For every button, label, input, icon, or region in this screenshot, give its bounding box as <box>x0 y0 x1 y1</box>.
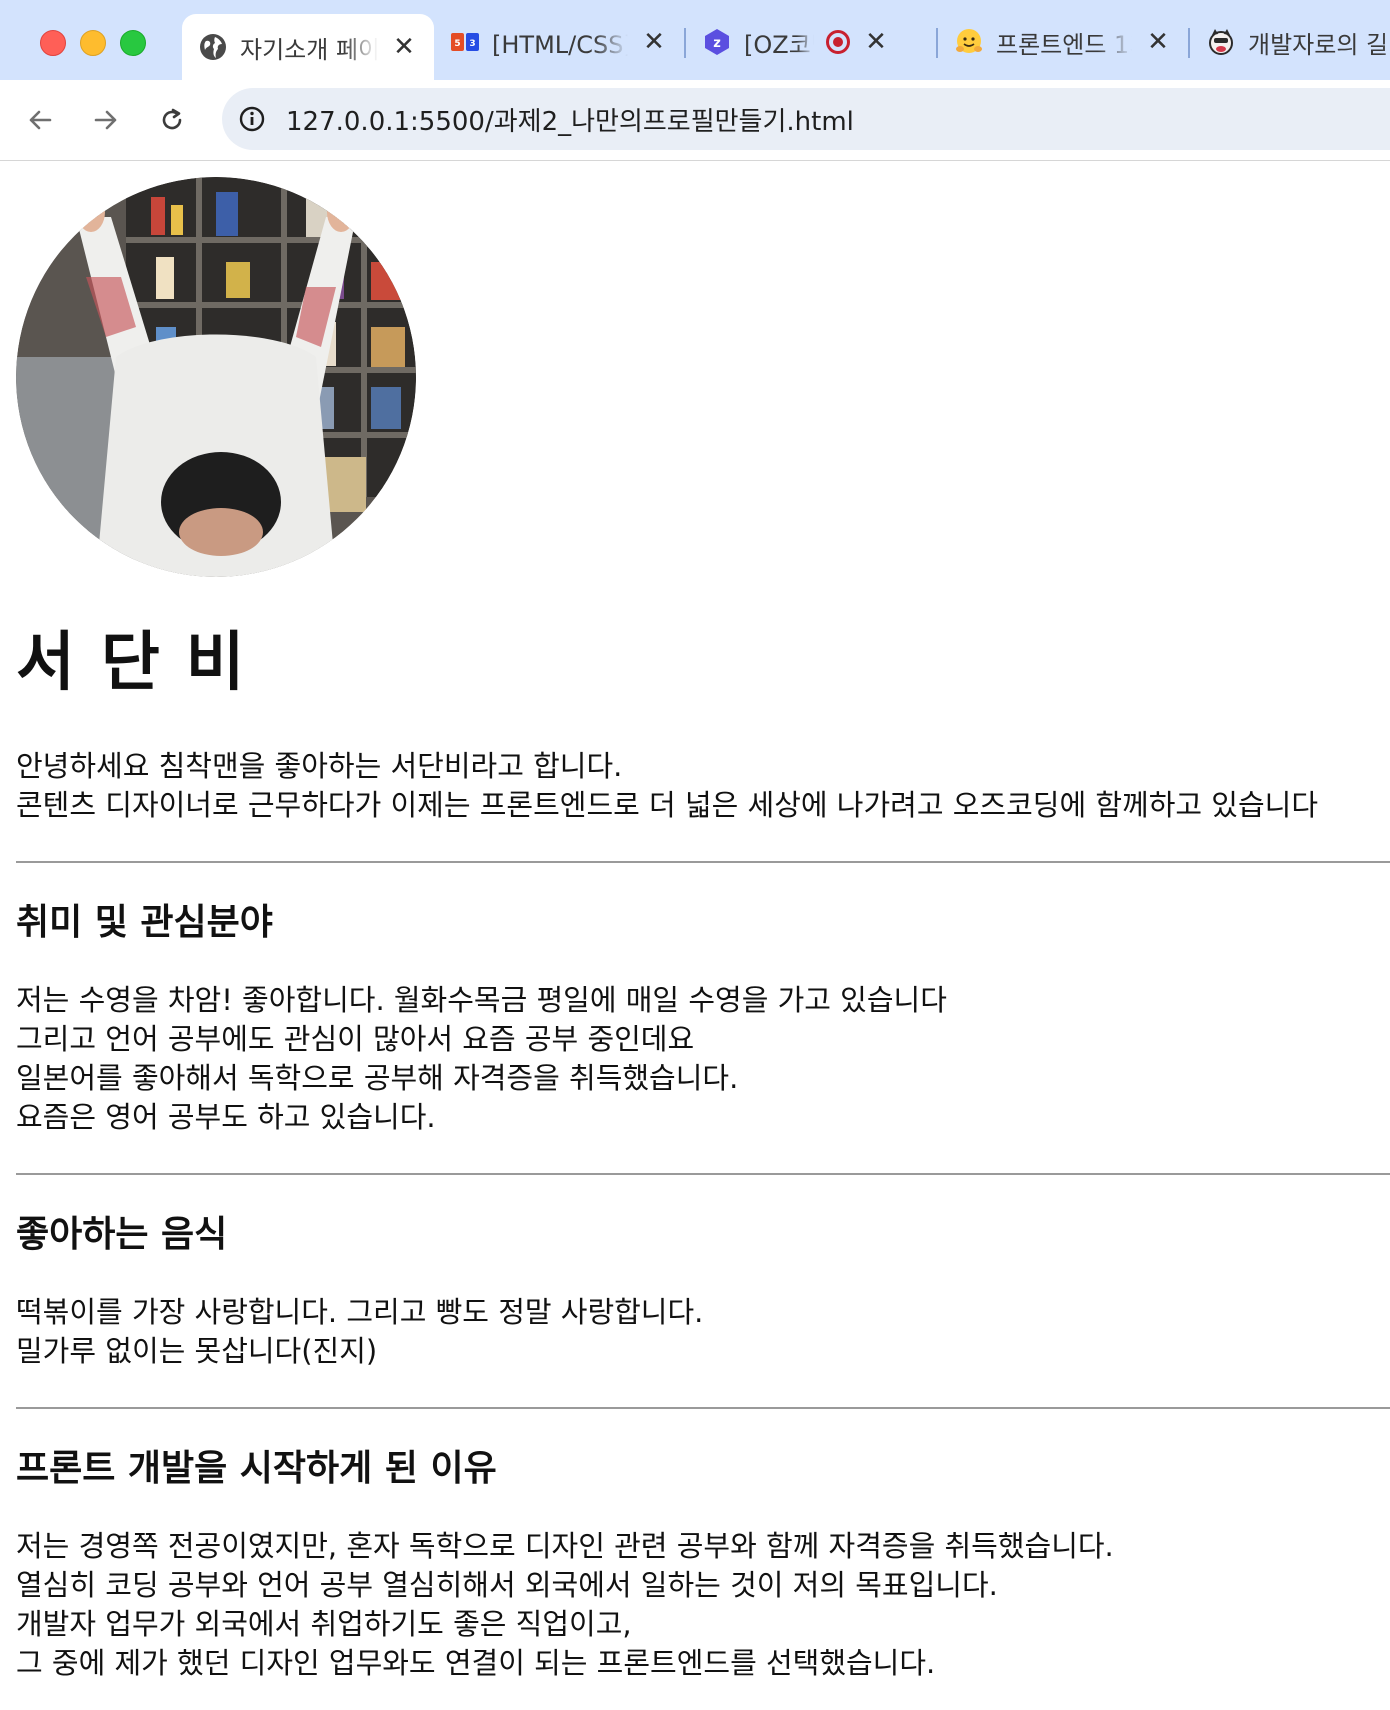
address-bar[interactable]: 127.0.0.1:5500/과제2_나만의프로필만들기.html <box>222 88 1390 150</box>
section-divider <box>16 1173 1390 1175</box>
cat-avatar-icon <box>1206 27 1236 57</box>
section-line: 개발자 업무가 외국에서 취업하기도 좋은 직업이고, <box>16 1607 632 1641</box>
section-body-hobbies: 저는 수영을 차암! 좋아합니다. 월화수목금 평일에 매일 수영을 가고 있습… <box>16 981 1390 1137</box>
tab-oz-coding[interactable]: z [OZ코딩스쿨] ✕ <box>686 14 936 70</box>
tab-frontend[interactable]: 프론트엔드 1기 ✕ <box>938 14 1188 70</box>
section-line: 떡볶이를 가장 사랑합니다. 그리고 빵도 정말 사랑합니다. <box>16 1295 704 1329</box>
section-line: 요즘은 영어 공부도 하고 있습니다. <box>16 1100 436 1134</box>
svg-text:5: 5 <box>454 39 460 49</box>
maximize-window-button[interactable] <box>120 30 146 56</box>
tab-close-icon[interactable]: ✕ <box>640 27 668 57</box>
oz-icon: z <box>702 27 732 57</box>
site-info-icon[interactable] <box>236 103 268 135</box>
arrow-right-icon <box>94 110 117 130</box>
tab-close-icon[interactable]: ✕ <box>1144 27 1172 57</box>
page-content: 서단비 안녕하세요 침착맨을 좋아하는 서단비라고 합니다. 콘텐츠 디자이너로… <box>0 161 1390 1710</box>
svg-text:z: z <box>713 36 721 51</box>
window-controls <box>40 30 146 56</box>
profile-photo <box>16 177 416 577</box>
recording-icon <box>826 30 850 54</box>
globe-icon <box>198 32 228 62</box>
browser-window: 자기소개 페이지 ✕ 5 3 [HTML/CSS] 과제 ✕ <box>0 0 1390 1710</box>
section-line: 그리고 언어 공부에도 관심이 많아서 요즘 공부 중인데요 <box>16 1022 695 1056</box>
hugging-face-icon <box>954 27 984 57</box>
section-divider <box>16 861 1390 863</box>
profile-name: 서단비 <box>16 626 271 700</box>
tab-title: [HTML/CSS] 과제 <box>492 30 628 59</box>
section-line: 일본어를 좋아해서 독학으로 공부해 자격증을 취득했습니다. <box>16 1061 739 1095</box>
reload-button[interactable] <box>152 100 192 140</box>
section-title-hobbies: 취미 및 관심분야 <box>16 902 273 943</box>
forward-button[interactable] <box>86 100 126 140</box>
tab-developer-path[interactable]: 개발자로의 길 <box>1190 14 1390 70</box>
intro-line: 콘텐츠 디자이너로 근무하다가 이제는 프론트엔드로 더 넓은 세상에 나가려고… <box>16 788 1319 822</box>
close-window-button[interactable] <box>40 30 66 56</box>
section-title-food: 좋아하는 음식 <box>16 1214 228 1255</box>
tab-title: 자기소개 페이지 <box>240 35 378 64</box>
url-text: 127.0.0.1:5500/과제2_나만의프로필만들기.html <box>286 106 854 137</box>
section-body-food: 떡볶이를 가장 사랑합니다. 그리고 빵도 정말 사랑합니다. 밀가루 없이는 … <box>16 1293 1390 1371</box>
section-line: 저는 수영을 차암! 좋아합니다. 월화수목금 평일에 매일 수영을 가고 있습… <box>16 983 947 1017</box>
browser-toolbar: 127.0.0.1:5500/과제2_나만의프로필만들기.html <box>0 80 1390 161</box>
tab-html-css[interactable]: 5 3 [HTML/CSS] 과제 ✕ <box>434 14 684 70</box>
section-body-reason: 저는 경영쪽 전공이였지만, 혼자 독학으로 디자인 관련 공부와 함께 자격증… <box>16 1527 1390 1683</box>
tab-strip: 자기소개 페이지 ✕ 5 3 [HTML/CSS] 과제 ✕ <box>0 0 1390 80</box>
intro-paragraph: 안녕하세요 침착맨을 좋아하는 서단비라고 합니다. 콘텐츠 디자이너로 근무하… <box>16 747 1390 825</box>
arrow-left-icon <box>29 110 52 130</box>
section-line: 저는 경영쪽 전공이였지만, 혼자 독학으로 디자인 관련 공부와 함께 자격증… <box>16 1529 1114 1563</box>
tab-title: 개발자로의 길 <box>1248 30 1389 59</box>
tab-close-icon[interactable]: ✕ <box>390 32 418 62</box>
section-line: 그 중에 제가 했던 디자인 업무와도 연결이 되는 프론트엔드를 선택했습니다… <box>16 1646 936 1680</box>
section-divider <box>16 1407 1390 1409</box>
section-line: 밀가루 없이는 못삽니다(진지) <box>16 1334 378 1368</box>
tab-title: 프론트엔드 1기 <box>996 30 1132 59</box>
reload-icon <box>162 108 182 130</box>
section-line: 열심히 코딩 공부와 언어 공부 열심히해서 외국에서 일하는 것이 저의 목표… <box>16 1568 998 1602</box>
tab-close-icon[interactable]: ✕ <box>862 27 890 57</box>
html-css-icon: 5 3 <box>450 27 480 57</box>
tab-profile-page[interactable]: 자기소개 페이지 ✕ <box>182 14 434 80</box>
tab-title: [OZ코딩스쿨] <box>744 30 814 59</box>
intro-line: 안녕하세요 침착맨을 좋아하는 서단비라고 합니다. <box>16 749 623 783</box>
tab-list: 자기소개 페이지 ✕ 5 3 [HTML/CSS] 과제 ✕ <box>182 14 1390 80</box>
section-title-reason: 프론트 개발을 시작하게 된 이유 <box>16 1448 497 1489</box>
minimize-window-button[interactable] <box>80 30 106 56</box>
svg-text:3: 3 <box>469 39 475 49</box>
back-button[interactable] <box>20 100 60 140</box>
